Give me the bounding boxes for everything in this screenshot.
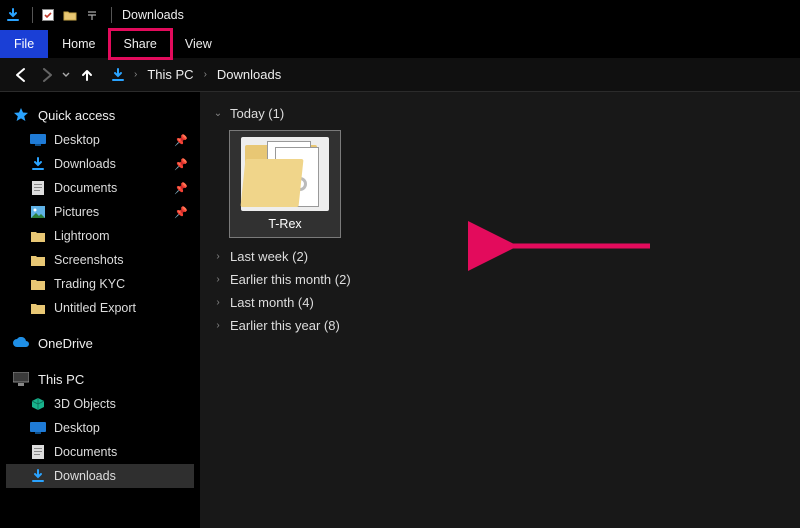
sidebar-item-pc-downloads[interactable]: Downloads bbox=[6, 464, 194, 488]
file-label: T-Rex bbox=[268, 217, 301, 231]
pictures-icon bbox=[30, 204, 46, 220]
sidebar-item-trading-kyc[interactable]: Trading KYC bbox=[6, 272, 194, 296]
group-header-today[interactable]: ⌄ Today (1) bbox=[210, 102, 796, 125]
group-label: Earlier this year (8) bbox=[230, 318, 340, 333]
cloud-icon bbox=[12, 334, 30, 352]
folder-icon bbox=[30, 228, 46, 244]
app-download-icon bbox=[4, 6, 22, 24]
group-body-today: T-Rex bbox=[210, 125, 796, 245]
group-header-last-week[interactable]: › Last week (2) bbox=[210, 245, 796, 268]
file-item-trex[interactable]: T-Rex bbox=[230, 131, 340, 237]
content-pane: ⌄ Today (1) T-Rex › L bbox=[200, 92, 800, 528]
nav-sidebar: Quick access Desktop 📌 Downloads 📌 Docum… bbox=[0, 92, 200, 528]
sidebar-onedrive-header[interactable]: OneDrive bbox=[6, 330, 194, 356]
sidebar-item-documents[interactable]: Documents 📌 bbox=[6, 176, 194, 200]
monitor-icon bbox=[12, 370, 30, 388]
sidebar-item-downloads[interactable]: Downloads 📌 bbox=[6, 152, 194, 176]
ribbon-tabs: File Home Share View bbox=[0, 30, 800, 58]
group-header-earlier-year[interactable]: › Earlier this year (8) bbox=[210, 314, 796, 337]
nav-back-button[interactable] bbox=[8, 62, 34, 88]
nav-history-dropdown[interactable] bbox=[60, 71, 72, 79]
group-label: Earlier this month (2) bbox=[230, 272, 351, 287]
sidebar-onedrive: OneDrive bbox=[6, 330, 194, 356]
chevron-right-icon: › bbox=[212, 320, 224, 331]
qat-properties-icon[interactable] bbox=[39, 6, 57, 24]
objects3d-icon bbox=[30, 396, 46, 412]
sidebar-item-label: Documents bbox=[54, 181, 117, 195]
main-area: Quick access Desktop 📌 Downloads 📌 Docum… bbox=[0, 92, 800, 528]
sidebar-quick-access-label: Quick access bbox=[38, 108, 115, 123]
desktop-icon bbox=[30, 132, 46, 148]
titlebar: Downloads bbox=[0, 0, 800, 30]
window-title: Downloads bbox=[122, 8, 184, 22]
pin-icon: 📌 bbox=[174, 134, 188, 147]
group-label: Last week (2) bbox=[230, 249, 308, 264]
sidebar-item-label: Trading KYC bbox=[54, 277, 125, 291]
document-icon bbox=[30, 180, 46, 196]
tab-home[interactable]: Home bbox=[48, 30, 109, 58]
sidebar-item-lightroom[interactable]: Lightroom bbox=[6, 224, 194, 248]
sidebar-item-label: Desktop bbox=[54, 133, 100, 147]
sidebar-item-desktop[interactable]: Desktop 📌 bbox=[6, 128, 194, 152]
sidebar-quick-access-header[interactable]: Quick access bbox=[6, 102, 194, 128]
sidebar-item-label: Pictures bbox=[54, 205, 99, 219]
sidebar-item-pc-documents[interactable]: Documents bbox=[6, 440, 194, 464]
folder-icon bbox=[30, 276, 46, 292]
sidebar-item-label: Downloads bbox=[54, 469, 116, 483]
sidebar-item-label: Desktop bbox=[54, 421, 100, 435]
sidebar-item-untitled-export[interactable]: Untitled Export bbox=[6, 296, 194, 320]
nav-forward-button[interactable] bbox=[34, 62, 60, 88]
sidebar-item-pictures[interactable]: Pictures 📌 bbox=[6, 200, 194, 224]
chevron-right-icon: › bbox=[212, 274, 224, 285]
chevron-down-icon: ⌄ bbox=[212, 108, 224, 119]
sidebar-item-screenshots[interactable]: Screenshots bbox=[6, 248, 194, 272]
download-icon bbox=[30, 468, 46, 484]
address-bar[interactable]: › This PC › Downloads bbox=[110, 65, 283, 84]
sidebar-item-label: 3D Objects bbox=[54, 397, 116, 411]
sidebar-onedrive-label: OneDrive bbox=[38, 336, 93, 351]
pin-icon: 📌 bbox=[174, 206, 188, 219]
qat-folder-icon[interactable] bbox=[61, 6, 79, 24]
group-label: Last month (4) bbox=[230, 295, 314, 310]
sidebar-item-label: Downloads bbox=[54, 157, 116, 171]
tab-view[interactable]: View bbox=[171, 30, 226, 58]
file-thumbnail bbox=[241, 137, 329, 211]
sidebar-this-pc-label: This PC bbox=[38, 372, 84, 387]
group-header-earlier-month[interactable]: › Earlier this month (2) bbox=[210, 268, 796, 291]
sidebar-item-pc-desktop[interactable]: Desktop bbox=[6, 416, 194, 440]
pin-icon: 📌 bbox=[174, 182, 188, 195]
sidebar-quick-access: Quick access Desktop 📌 Downloads 📌 Docum… bbox=[6, 102, 194, 320]
nav-up-button[interactable] bbox=[74, 62, 100, 88]
star-icon bbox=[12, 106, 30, 124]
pin-icon: 📌 bbox=[174, 158, 188, 171]
document-icon bbox=[30, 444, 46, 460]
sidebar-item-label: Untitled Export bbox=[54, 301, 136, 315]
sidebar-item-3d-objects[interactable]: 3D Objects bbox=[6, 392, 194, 416]
navigation-bar: › This PC › Downloads bbox=[0, 58, 800, 92]
chevron-right-icon: › bbox=[212, 297, 224, 308]
group-label: Today (1) bbox=[230, 106, 284, 121]
chevron-right-icon: › bbox=[212, 251, 224, 262]
breadcrumb-this-pc[interactable]: This PC bbox=[145, 65, 195, 84]
desktop-icon bbox=[30, 420, 46, 436]
address-download-icon bbox=[110, 67, 126, 83]
download-icon bbox=[30, 156, 46, 172]
folder-icon bbox=[30, 252, 46, 268]
sidebar-item-label: Documents bbox=[54, 445, 117, 459]
group-header-last-month[interactable]: › Last month (4) bbox=[210, 291, 796, 314]
tab-file[interactable]: File bbox=[0, 30, 48, 58]
sidebar-item-label: Lightroom bbox=[54, 229, 110, 243]
chevron-right-icon[interactable]: › bbox=[130, 69, 141, 80]
sidebar-this-pc: This PC 3D Objects Desktop Documents Dow… bbox=[6, 366, 194, 488]
folder-icon bbox=[30, 300, 46, 316]
qat-customize-icon[interactable] bbox=[83, 6, 101, 24]
sidebar-this-pc-header[interactable]: This PC bbox=[6, 366, 194, 392]
breadcrumb-downloads[interactable]: Downloads bbox=[215, 65, 283, 84]
sidebar-item-label: Screenshots bbox=[54, 253, 123, 267]
chevron-right-icon[interactable]: › bbox=[200, 69, 211, 80]
tab-share[interactable]: Share bbox=[110, 30, 171, 58]
